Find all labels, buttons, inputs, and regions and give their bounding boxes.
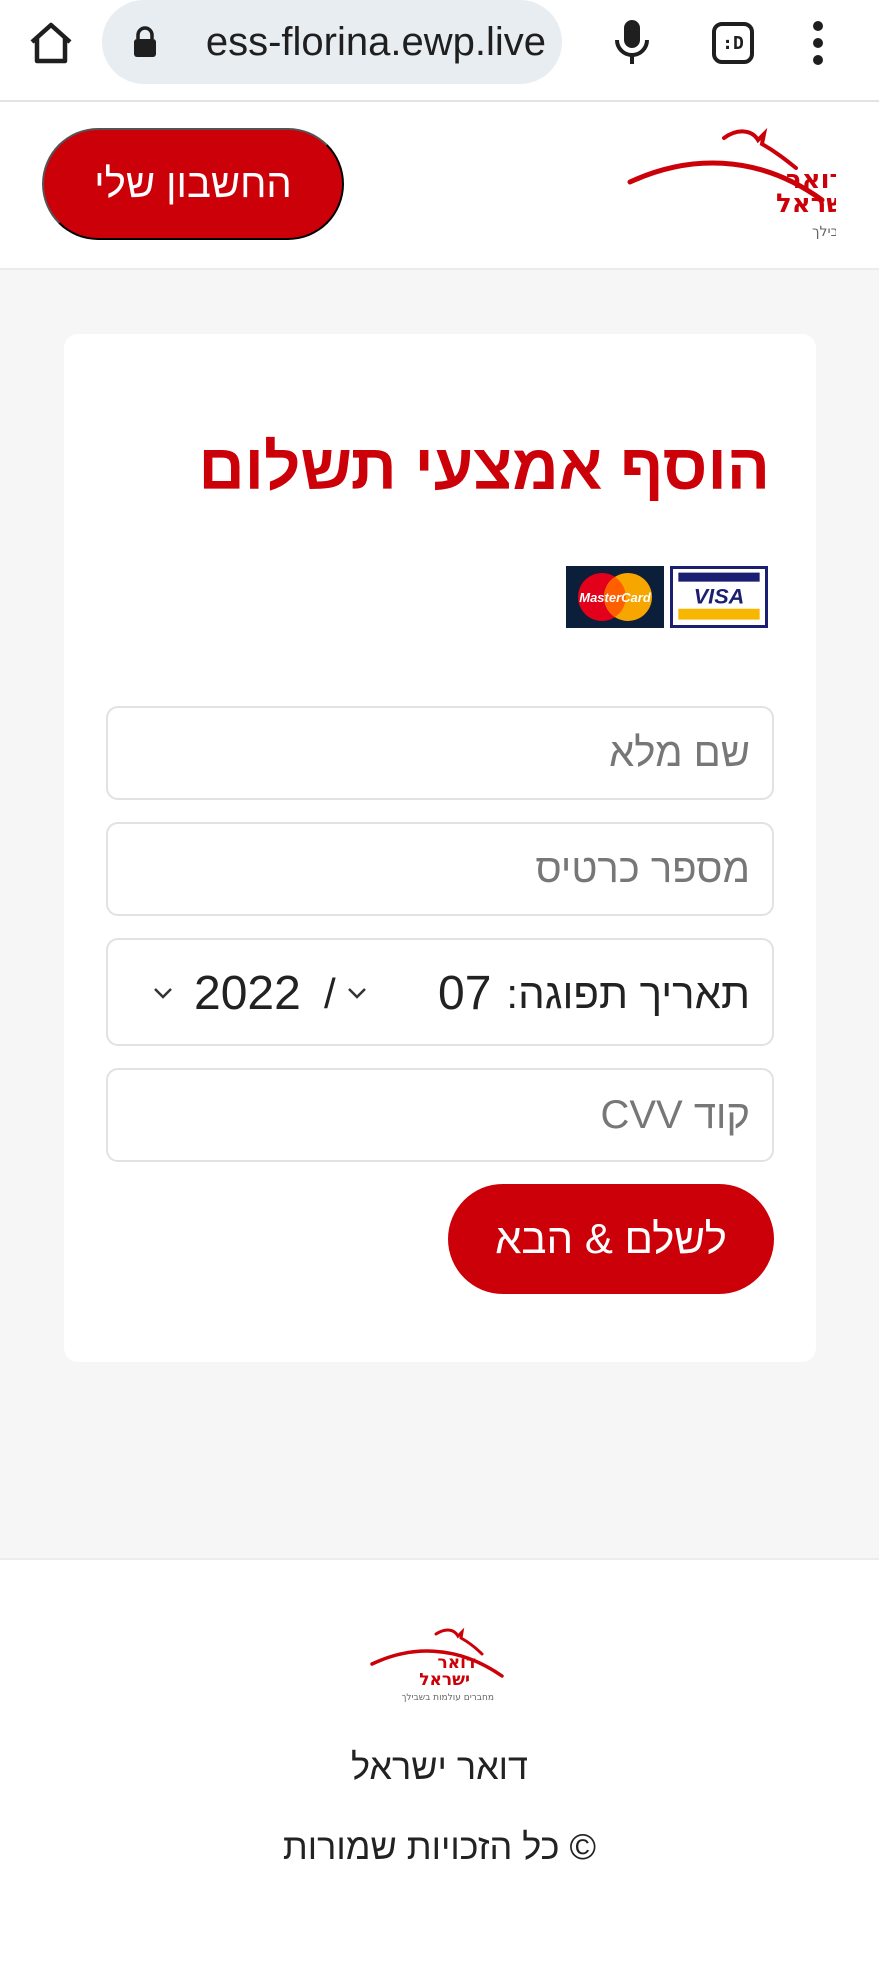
address-bar[interactable]: ess-florina.ewp.live [102,0,562,84]
full-name-input[interactable] [108,708,772,798]
menu-icon[interactable] [810,20,826,66]
lock-icon [134,26,156,57]
visa-logo: VISA [670,566,768,628]
site-footer: דואר ישראל מחברים עולמות בשבילך דואר ישר… [0,1558,879,1968]
card-brand-logos: VISA MasterCard [564,566,768,630]
chevron-down-icon[interactable] [346,986,368,1000]
expiry-year-select[interactable]: 2022 [194,966,301,1021]
expiry-month-select[interactable]: 07 [438,966,491,1021]
cvv-field-wrapper [106,1068,774,1162]
israel-post-footer-logo: דואר ישראל מחברים עולמות בשבילך [370,1627,504,1703]
svg-text:VISA: VISA [694,583,745,608]
mic-icon[interactable] [612,18,652,66]
main-content: הוסף אמצעי תשלום VISA MasterCard ת [0,270,879,1558]
card-number-input[interactable] [108,824,772,914]
logo-name-line2: ישראל [776,189,836,219]
full-name-field-wrapper [106,706,774,800]
card-number-field-wrapper [106,822,774,916]
footer-copyright: © כל הזכויות שמורות [282,1826,597,1867]
israel-post-logo[interactable]: דואר ישראל מחברים עולמות בשבילך [626,122,836,242]
svg-text:MasterCard: MasterCard [579,590,652,605]
footer-company-name: דואר ישראל [351,1746,528,1787]
browser-toolbar: ess-florina.ewp.live :D [0,0,879,102]
page-title: הוסף אמצעי תשלום [198,431,770,503]
payment-card-panel: הוסף אמצעי תשלום VISA MasterCard ת [64,334,816,1362]
tabs-icon[interactable]: :D [712,22,754,64]
my-account-button[interactable]: החשבון שלי [42,128,344,240]
site-header: החשבון שלי דואר ישראל מחברים עולמות בשבי… [0,102,879,270]
mastercard-logo: MasterCard [566,566,664,628]
expiry-date-field: תאריך תפוגה: 07 / 2022 [106,938,774,1046]
url-text: ess-florina.ewp.live [205,20,546,64]
svg-text:ישראל: ישראל [419,1670,470,1690]
svg-text:מחברים עולמות בשבילך: מחברים עולמות בשבילך [402,1693,494,1703]
cvv-input[interactable] [108,1070,772,1160]
logo-tagline: מחברים עולמות בשבילך [812,224,836,240]
expiry-separator: / [324,970,336,1017]
chevron-down-icon[interactable] [152,986,174,1000]
expiry-label: תאריך תפוגה: [506,970,750,1017]
home-icon[interactable] [28,20,74,66]
pay-and-next-button[interactable]: לשלם & הבא [448,1184,774,1294]
